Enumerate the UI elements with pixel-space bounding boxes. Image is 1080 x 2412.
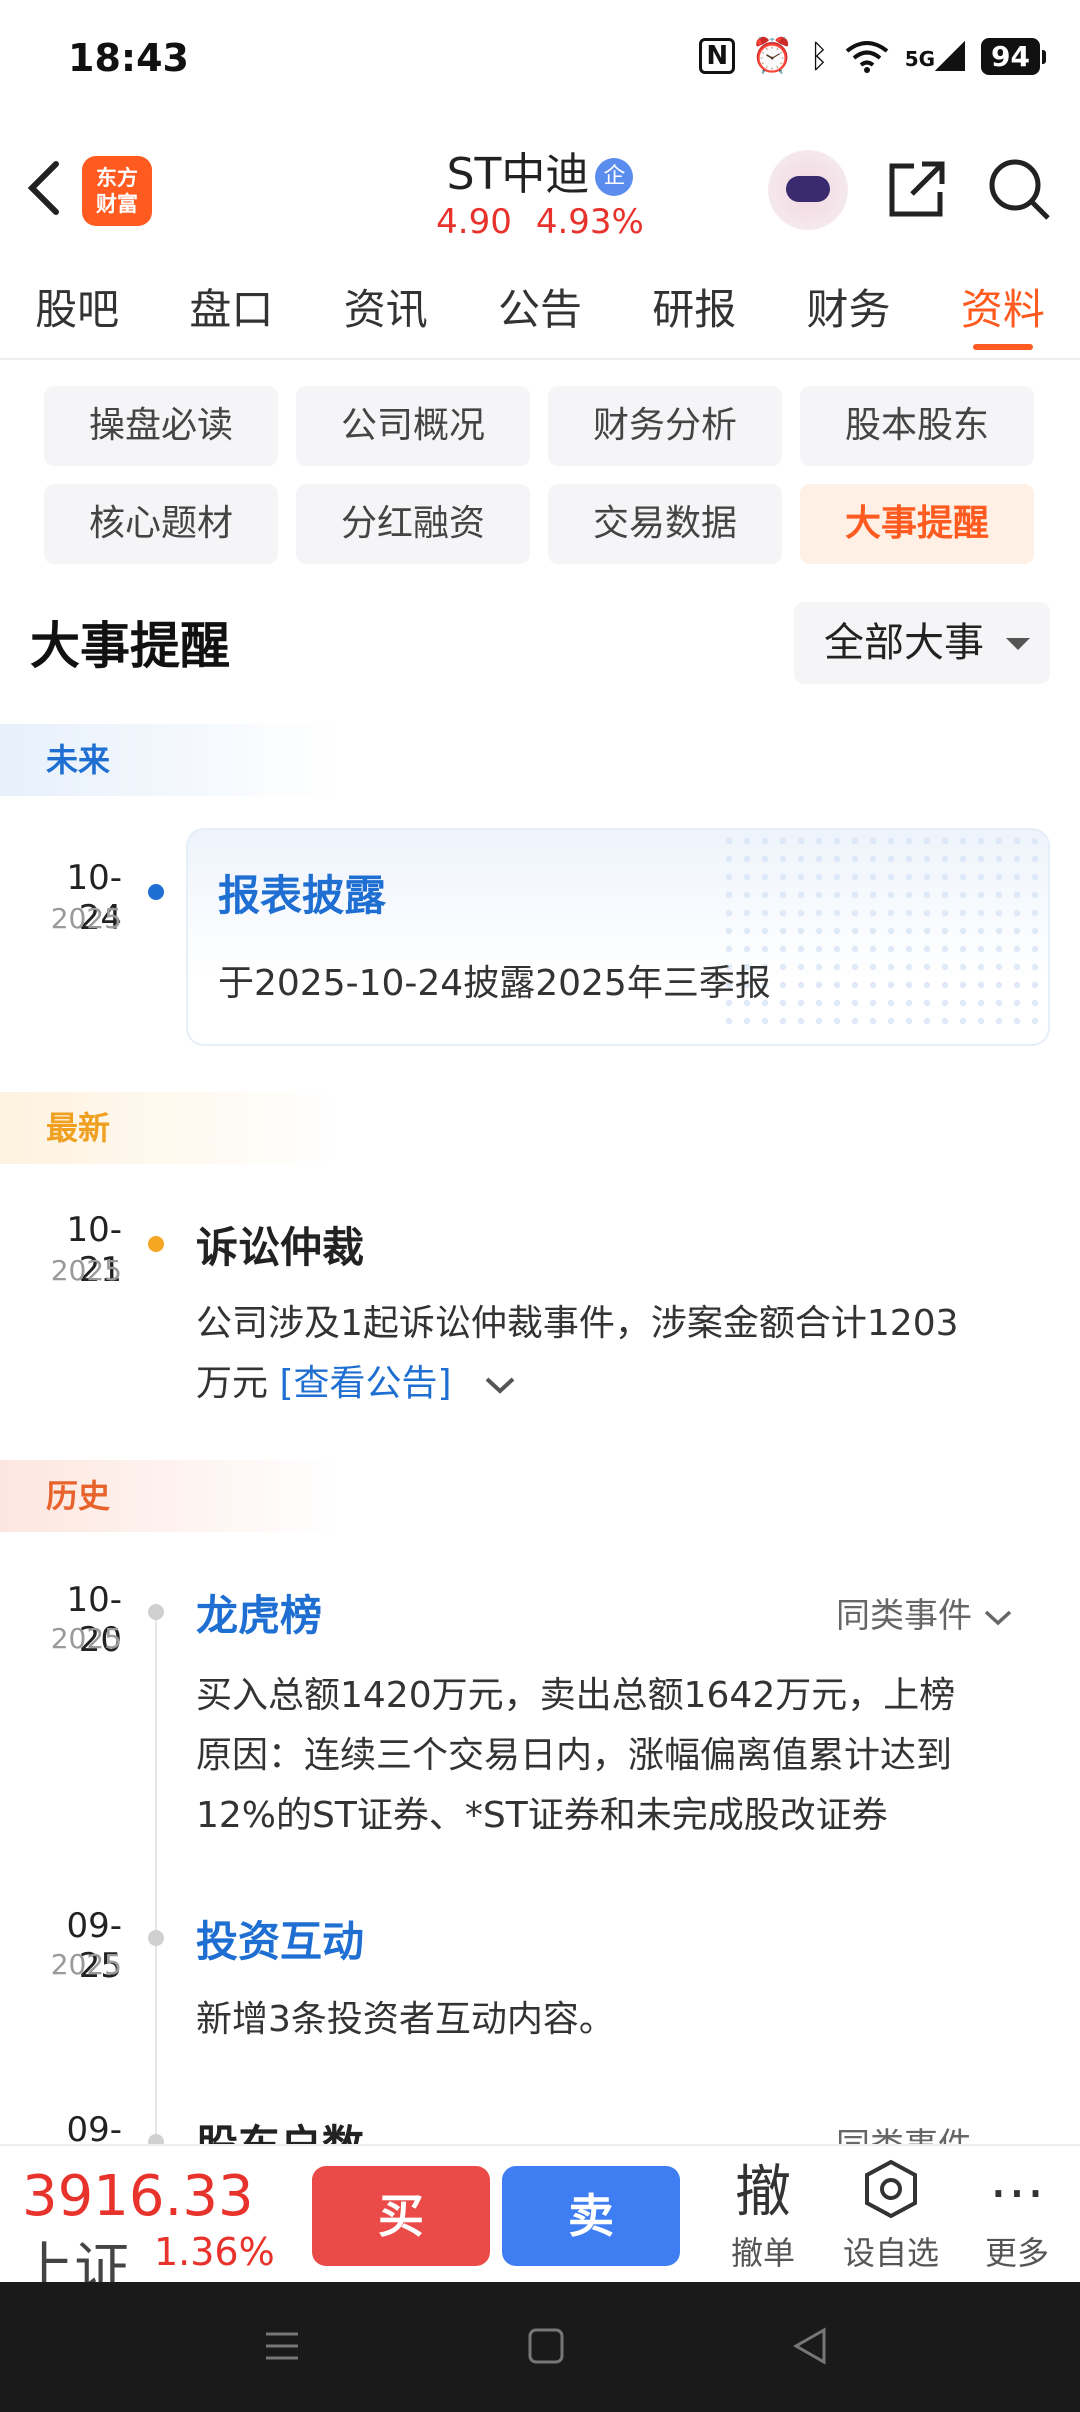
event-body-dragon-tiger-1: 买入总额1420万元，卖出总额1642万元，上榜 bbox=[196, 1675, 956, 1716]
event-filter-dropdown[interactable]: 全部大事 bbox=[794, 602, 1050, 684]
tab-research[interactable]: 研报 bbox=[617, 255, 771, 358]
subtab-trading-data[interactable]: 交易数据 bbox=[548, 484, 782, 564]
chevron-down-icon[interactable] bbox=[483, 1375, 517, 1395]
sell-button[interactable]: 卖 bbox=[502, 2166, 680, 2266]
search-icon[interactable] bbox=[986, 156, 1052, 222]
bluetooth-icon: ᛒ bbox=[809, 37, 829, 75]
filter-label: 全部大事 bbox=[824, 620, 984, 666]
timeline-dot bbox=[148, 1236, 164, 1252]
subtab-company-overview[interactable]: 公司概况 bbox=[296, 386, 530, 466]
home-icon[interactable] bbox=[526, 2326, 566, 2366]
chevron-down-icon bbox=[984, 1610, 1011, 1626]
network-type: 5G bbox=[904, 47, 936, 71]
event-body-dragon-tiger-3: 12%的ST证券、*ST证券和未完成股改证券 bbox=[196, 1795, 888, 1836]
tab-announcements[interactable]: 公告 bbox=[463, 255, 617, 358]
battery-icon: 94 bbox=[981, 37, 1046, 75]
system-nav-bar bbox=[0, 2282, 1080, 2412]
cancel-order-icon: 撤 bbox=[735, 2160, 791, 2225]
wifi-icon bbox=[845, 41, 888, 73]
event-title-litigation: 诉讼仲裁 bbox=[196, 1223, 365, 1272]
stock-name-text: ST中迪 bbox=[446, 149, 590, 200]
buy-button[interactable]: 买 bbox=[312, 2166, 490, 2266]
timeline-dot bbox=[148, 884, 164, 900]
status-time: 18:43 bbox=[68, 36, 189, 80]
stock-header: 东方财富 ST中迪企 4.90 4.93% bbox=[0, 130, 1080, 255]
body-text: 万元 bbox=[196, 1363, 269, 1404]
section-title: 大事提醒 bbox=[30, 617, 230, 675]
more-label: 更多 bbox=[984, 2234, 1049, 2272]
index-change-pct: 1.36% bbox=[154, 2230, 275, 2274]
timeline-line bbox=[155, 1612, 157, 2144]
bottom-trade-bar: 3916.33 上证 1.36% 买 卖 撤 撤单 设自选 ⋯ 更多 bbox=[0, 2144, 1080, 2302]
cancel-order-button[interactable]: 撤 撤单 bbox=[708, 2158, 818, 2274]
event-year: 2025 bbox=[50, 902, 122, 935]
add-watchlist-label: 设自选 bbox=[842, 2234, 939, 2272]
subtab-shareholders[interactable]: 股本股东 bbox=[800, 386, 1034, 466]
band-latest: 最新 bbox=[0, 1092, 340, 1164]
index-value[interactable]: 3916.33 bbox=[22, 2164, 254, 2229]
band-future: 未来 bbox=[0, 724, 340, 796]
tab-profile[interactable]: 资料 bbox=[926, 255, 1080, 358]
same-events-toggle[interactable]: 同类事件 bbox=[836, 1588, 1013, 1637]
dropdown-caret-icon bbox=[1006, 638, 1030, 650]
menu-icon[interactable] bbox=[262, 2326, 302, 2366]
event-title-dragon-tiger[interactable]: 龙虎榜 bbox=[196, 1582, 322, 1643]
add-watchlist-button[interactable]: 设自选 bbox=[836, 2158, 946, 2274]
tab-finance[interactable]: 财务 bbox=[771, 255, 925, 358]
subtab-major-events[interactable]: 大事提醒 bbox=[800, 484, 1034, 564]
share-icon[interactable] bbox=[884, 156, 950, 222]
stock-price: 4.90 bbox=[436, 202, 512, 242]
event-body-litigation: 公司涉及1起诉讼仲裁事件，涉案金额合计1203 bbox=[196, 1303, 959, 1344]
main-tabs: 股吧 盘口 资讯 公告 研报 财务 资料 bbox=[0, 255, 1080, 360]
event-year: 2025 bbox=[50, 1948, 122, 1981]
stock-change-pct: 4.93% bbox=[535, 202, 644, 242]
event-year: 2025 bbox=[50, 1254, 122, 1287]
cancel-order-label: 撤单 bbox=[730, 2234, 795, 2272]
subtab-trading-guide[interactable]: 操盘必读 bbox=[44, 386, 278, 466]
alarm-icon: ⏰ bbox=[751, 36, 794, 76]
subtab-core-themes[interactable]: 核心题材 bbox=[44, 484, 278, 564]
event-body-dragon-tiger-2: 原因：连续三个交易日内，涨幅偏离值累计达到 bbox=[196, 1735, 953, 1776]
event-year: 2025 bbox=[50, 1622, 122, 1655]
more-button[interactable]: ⋯ 更多 bbox=[962, 2158, 1072, 2274]
enterprise-badge: 企 bbox=[595, 158, 634, 196]
tab-pankou[interactable]: 盘口 bbox=[154, 255, 308, 358]
event-body-investor-interaction: 新增3条投资者互动内容。 bbox=[196, 1999, 615, 2040]
back-triangle-icon[interactable] bbox=[790, 2326, 830, 2366]
hexagon-gear-icon bbox=[836, 2158, 946, 2228]
event-title-report[interactable]: 报表披露 bbox=[218, 862, 386, 923]
nfc-icon: N bbox=[699, 38, 736, 74]
timeline-dot bbox=[148, 1604, 164, 1620]
more-dots-icon: ⋯ bbox=[989, 2160, 1045, 2225]
tab-news[interactable]: 资讯 bbox=[309, 255, 463, 358]
event-title-investor-interaction[interactable]: 投资互动 bbox=[196, 1908, 364, 1969]
subtab-financial-analysis[interactable]: 财务分析 bbox=[548, 386, 782, 466]
event-body-report: 于2025-10-24披露2025年三季报 bbox=[218, 963, 771, 1004]
timeline-dot bbox=[148, 1930, 164, 1946]
event-body-litigation-line2: 万元 [查看公告] bbox=[196, 1354, 517, 1414]
status-icons: N ⏰ ᛒ 5G 94 bbox=[699, 36, 1046, 76]
band-history: 历史 bbox=[0, 1460, 340, 1532]
tab-guba[interactable]: 股吧 bbox=[0, 255, 154, 358]
ai-assistant-icon[interactable] bbox=[768, 150, 848, 230]
signal-icon: 5G bbox=[904, 41, 966, 71]
same-events-label: 同类事件 bbox=[836, 1596, 972, 1636]
subtab-dividends-financing[interactable]: 分红融资 bbox=[296, 484, 530, 564]
status-bar: 18:43 N ⏰ ᛒ 5G 94 bbox=[0, 0, 1080, 120]
view-announcement-link[interactable]: [查看公告] bbox=[279, 1363, 451, 1404]
